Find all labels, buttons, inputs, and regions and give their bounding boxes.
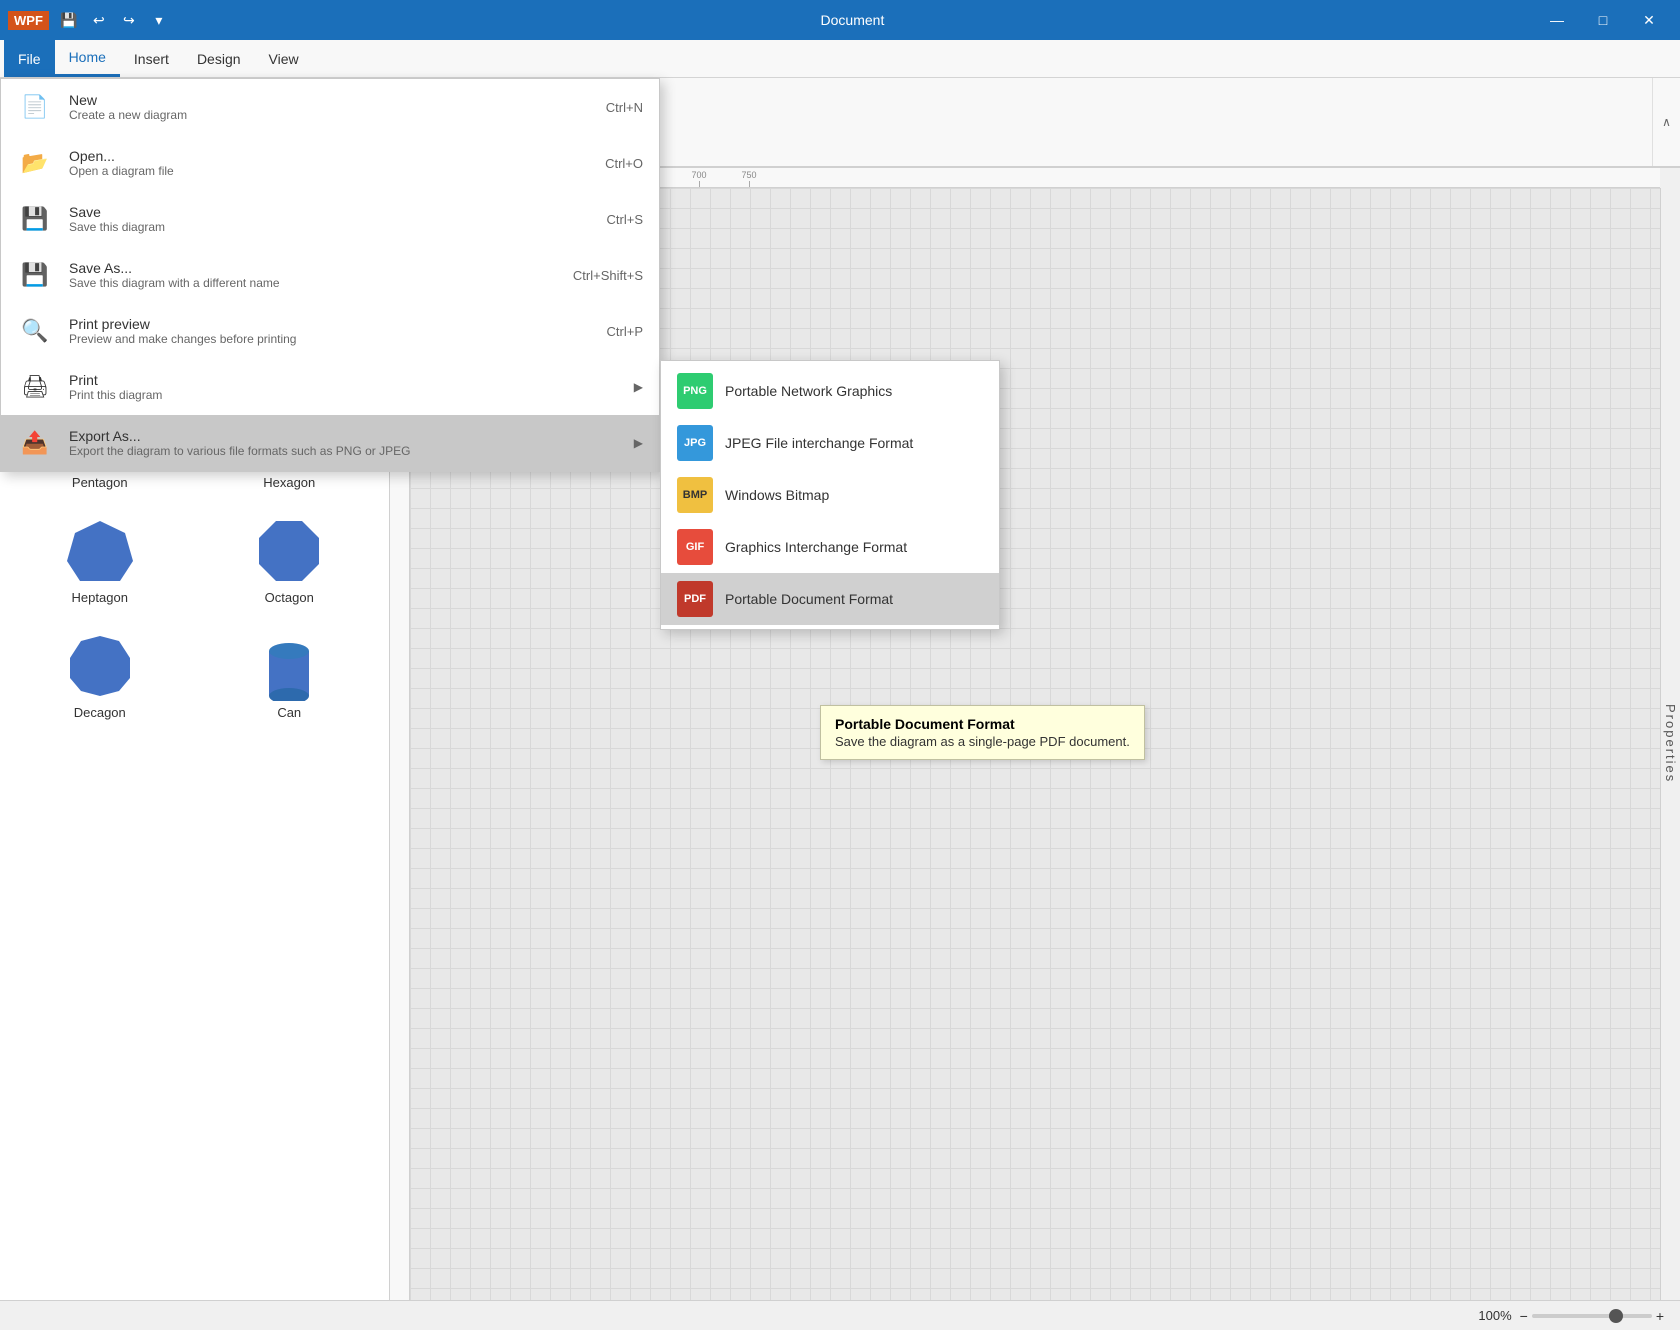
- window-title: Document: [171, 12, 1534, 28]
- export-submenu: PNG Portable Network Graphics JPG JPEG F…: [660, 360, 1000, 630]
- exportas-arrow-icon: ▶: [634, 436, 643, 450]
- printpreview-shortcut: Ctrl+P: [607, 324, 643, 339]
- shape-decagon[interactable]: Decagon: [10, 623, 190, 728]
- print-icon: 🖨: [17, 369, 53, 405]
- saveas-icon: 💾: [17, 257, 53, 293]
- saveas-title: Save As...: [69, 260, 280, 276]
- print-arrow-icon: ▶: [634, 380, 643, 394]
- gif-icon: GIF: [677, 529, 713, 565]
- menu-view[interactable]: View: [255, 40, 313, 77]
- printpreview-title: Print preview: [69, 316, 296, 332]
- bmp-icon: BMP: [677, 477, 713, 513]
- undo-button[interactable]: ↩: [87, 8, 111, 32]
- status-bar: 100% − +: [0, 1300, 1680, 1330]
- gif-label: Graphics Interchange Format: [725, 539, 907, 555]
- wpf-logo: WPF: [8, 11, 49, 30]
- zoom-out-button[interactable]: −: [1520, 1308, 1528, 1324]
- zoom-in-button[interactable]: +: [1656, 1308, 1664, 1324]
- pdf-icon: PDF: [677, 581, 713, 617]
- saveas-shortcut: Ctrl+Shift+S: [573, 268, 643, 283]
- png-label: Portable Network Graphics: [725, 383, 892, 399]
- menu-item-print[interactable]: 🖨 Print Print this diagram ▶: [1, 359, 659, 415]
- shape-pentagon-label: Pentagon: [72, 475, 128, 490]
- properties-panel[interactable]: Properties: [1660, 188, 1680, 1300]
- save-shortcut: Ctrl+S: [607, 212, 643, 227]
- jpg-label: JPEG File interchange Format: [725, 435, 913, 451]
- print-title: Print: [69, 372, 162, 388]
- menu-design[interactable]: Design: [183, 40, 255, 77]
- export-pdf[interactable]: PDF Portable Document Format: [661, 573, 999, 625]
- shape-can-label: Can: [277, 705, 301, 720]
- minimize-button[interactable]: —: [1534, 0, 1580, 40]
- tooltip-desc: Save the diagram as a single-page PDF do…: [835, 734, 1130, 749]
- menu-file[interactable]: File: [4, 40, 55, 77]
- shape-decagon-label: Decagon: [74, 705, 126, 720]
- new-desc: Create a new diagram: [69, 108, 187, 122]
- save-icon: 💾: [17, 201, 53, 237]
- bmp-label: Windows Bitmap: [725, 487, 829, 503]
- menu-home[interactable]: Home: [55, 40, 120, 77]
- shape-hexagon-label: Hexagon: [263, 475, 315, 490]
- printpreview-desc: Preview and make changes before printing: [69, 332, 296, 346]
- tooltip-pdf: Portable Document Format Save the diagra…: [820, 705, 1145, 760]
- save-title: Save: [69, 204, 165, 220]
- printpreview-icon: 🔍: [17, 313, 53, 349]
- quick-access-dropdown[interactable]: ▾: [147, 8, 171, 32]
- properties-label: Properties: [1663, 704, 1678, 783]
- save-quick-button[interactable]: 💾: [57, 8, 81, 32]
- png-icon: PNG: [677, 373, 713, 409]
- zoom-thumb[interactable]: [1609, 1309, 1623, 1323]
- new-icon: 📄: [17, 89, 53, 125]
- jpg-icon: JPG: [677, 425, 713, 461]
- maximize-button[interactable]: □: [1580, 0, 1626, 40]
- tooltip-title: Portable Document Format: [835, 716, 1130, 732]
- open-shortcut: Ctrl+O: [605, 156, 643, 171]
- export-png[interactable]: PNG Portable Network Graphics: [661, 365, 999, 417]
- menu-item-saveas[interactable]: 💾 Save As... Save this diagram with a di…: [1, 247, 659, 303]
- shape-heptagon[interactable]: Heptagon: [10, 508, 190, 613]
- saveas-desc: Save this diagram with a different name: [69, 276, 280, 290]
- menu-insert[interactable]: Insert: [120, 40, 183, 77]
- export-jpg[interactable]: JPG JPEG File interchange Format: [661, 417, 999, 469]
- zoom-slider[interactable]: [1532, 1314, 1652, 1318]
- menu-item-new[interactable]: 📄 New Create a new diagram Ctrl+N: [1, 79, 659, 135]
- menu-item-exportas[interactable]: 📤 Export As... Export the diagram to var…: [1, 415, 659, 471]
- redo-button[interactable]: ↪: [117, 8, 141, 32]
- new-shortcut: Ctrl+N: [606, 100, 643, 115]
- exportas-desc: Export the diagram to various file forma…: [69, 444, 410, 458]
- menu-item-printpreview[interactable]: 🔍 Print preview Preview and make changes…: [1, 303, 659, 359]
- exportas-icon: 📤: [17, 425, 53, 461]
- open-icon: 📂: [17, 145, 53, 181]
- open-desc: Open a diagram file: [69, 164, 174, 178]
- menu-bar: File Home Insert Design View: [0, 40, 1680, 78]
- shape-octagon-label: Octagon: [265, 590, 314, 605]
- shape-heptagon-label: Heptagon: [72, 590, 128, 605]
- shape-can[interactable]: Can: [200, 623, 380, 728]
- zoom-value: 100%: [1478, 1308, 1511, 1323]
- export-gif[interactable]: GIF Graphics Interchange Format: [661, 521, 999, 573]
- print-desc: Print this diagram: [69, 388, 162, 402]
- export-bmp[interactable]: BMP Windows Bitmap: [661, 469, 999, 521]
- ribbon-collapse-button[interactable]: ∧: [1652, 78, 1680, 166]
- shape-octagon[interactable]: Octagon: [200, 508, 380, 613]
- title-bar: WPF 💾 ↩ ↪ ▾ Document — □ ✕: [0, 0, 1680, 40]
- exportas-title: Export As...: [69, 428, 410, 444]
- new-title: New: [69, 92, 187, 108]
- menu-item-open[interactable]: 📂 Open... Open a diagram file Ctrl+O: [1, 135, 659, 191]
- close-button[interactable]: ✕: [1626, 0, 1672, 40]
- ruler-mark-700: 700: [674, 170, 724, 187]
- ruler-mark-750: 750: [724, 170, 774, 187]
- save-desc: Save this diagram: [69, 220, 165, 234]
- menu-item-save[interactable]: 💾 Save Save this diagram Ctrl+S: [1, 191, 659, 247]
- pdf-label: Portable Document Format: [725, 591, 893, 607]
- file-menu: 📄 New Create a new diagram Ctrl+N 📂 Open…: [0, 78, 660, 472]
- open-title: Open...: [69, 148, 174, 164]
